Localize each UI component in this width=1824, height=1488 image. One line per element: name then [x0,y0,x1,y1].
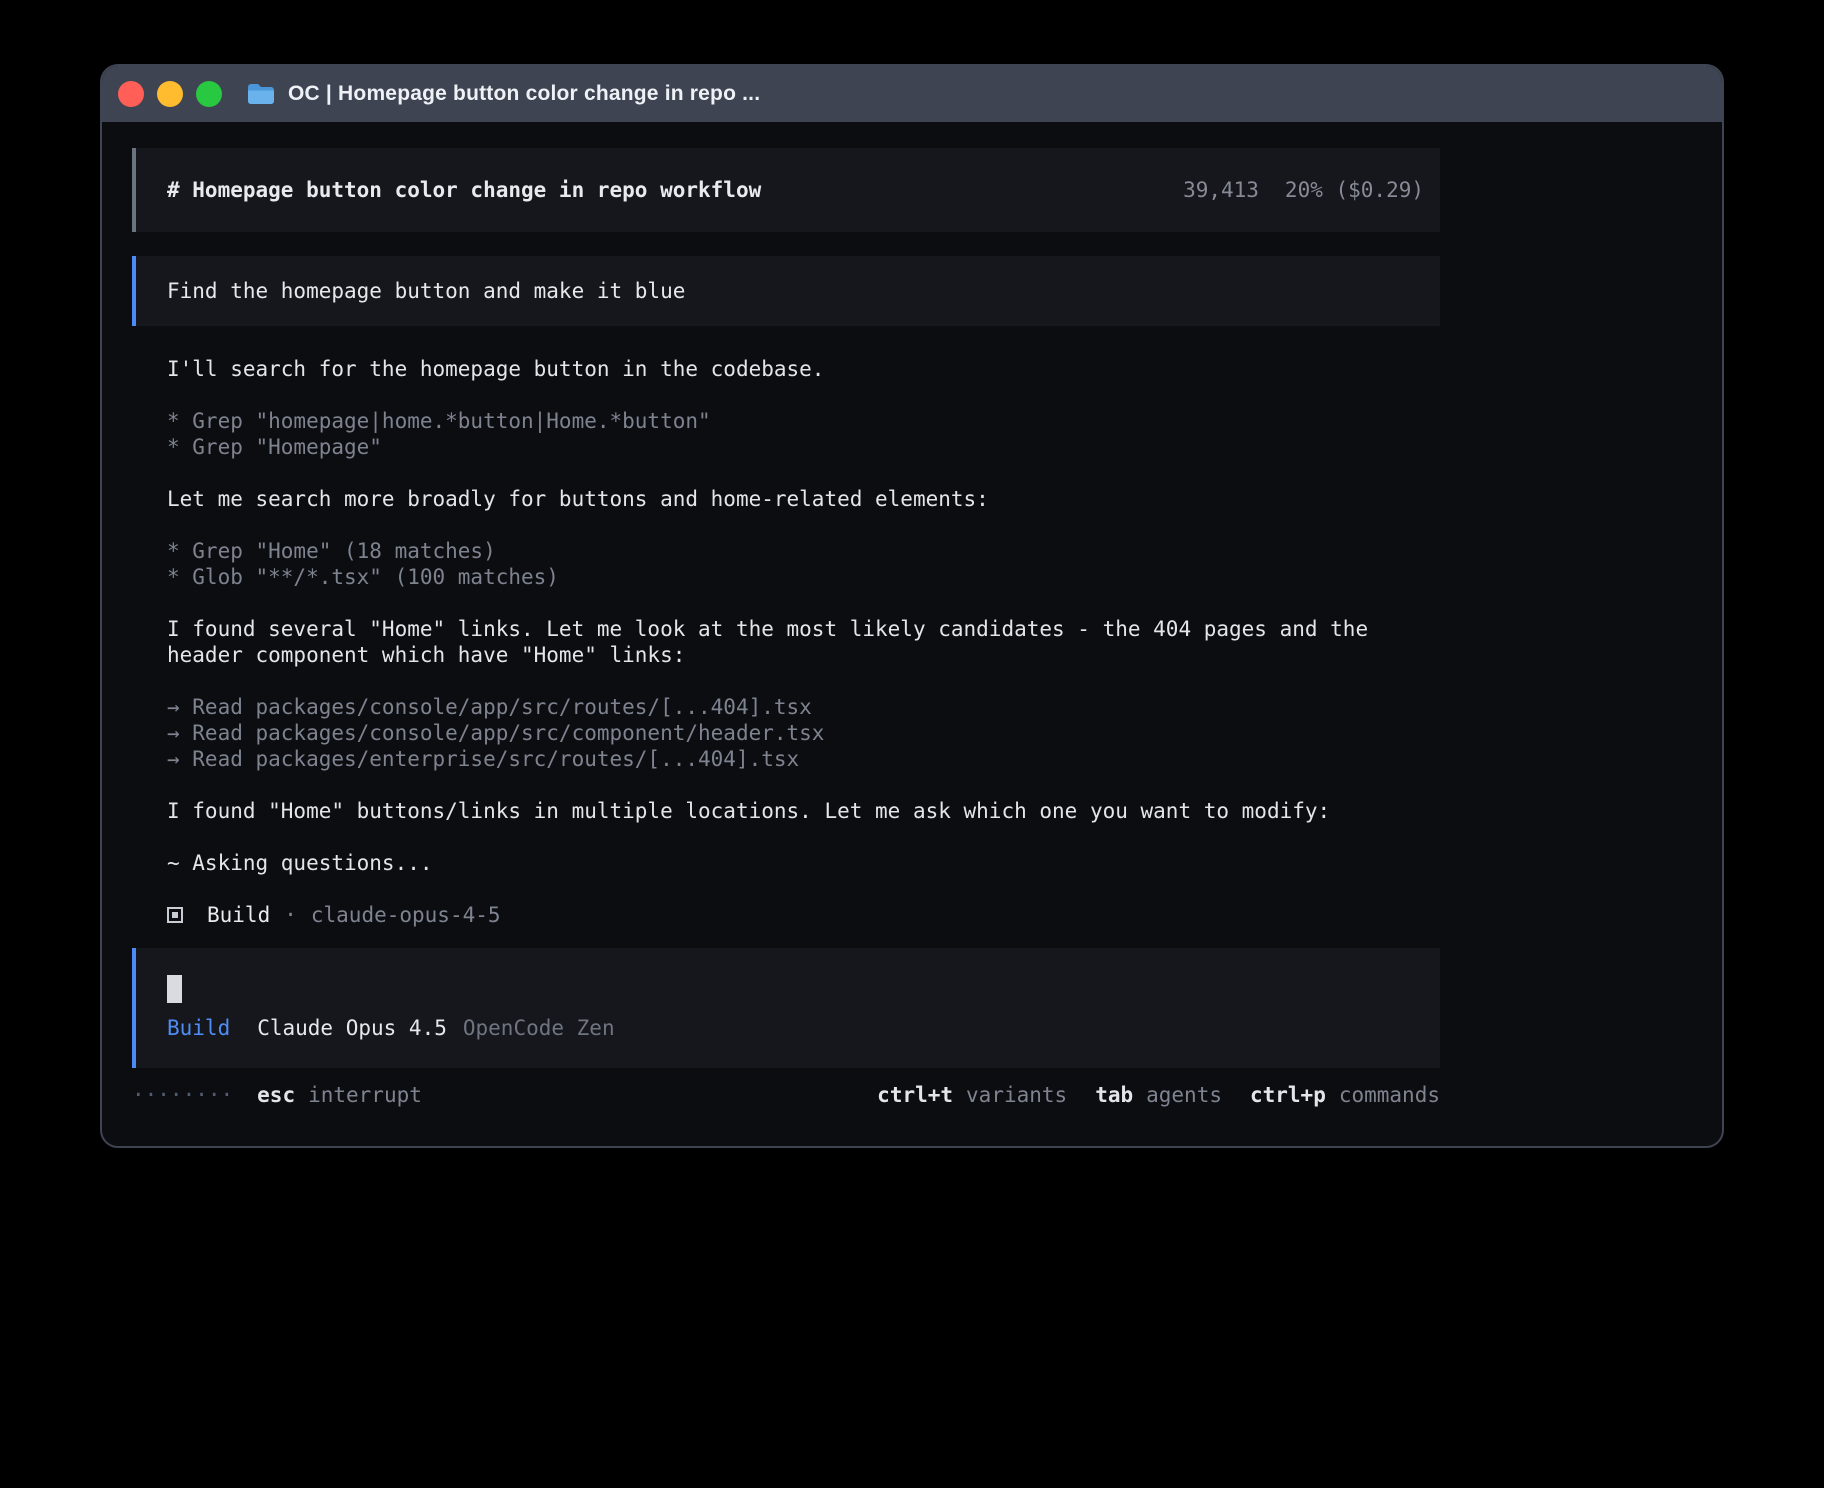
session-title: # Homepage button color change in repo w… [167,177,761,203]
tool-call-line: * Glob "**/*.tsx" (100 matches) [167,564,1440,590]
assistant-text: I found "Home" buttons/links in multiple… [167,798,1440,824]
tool-call-line: * Grep "Homepage" [167,434,1440,460]
shortcut-key: ctrl+p [1250,1082,1326,1108]
text-cursor [167,975,182,1003]
assistant-text: I found several "Home" links. Let me loo… [167,616,1440,668]
working-status: ~ Asking questions... [167,850,1440,876]
status-bar: ········ esc interrupt ctrl+t variants t… [132,1082,1440,1108]
assistant-text: Let me search more broadly for buttons a… [167,486,1440,512]
prompt-input[interactable]: Build Claude Opus 4.5 OpenCode Zen [132,948,1440,1068]
tool-call-line: * Grep "Home" (18 matches) [167,538,1440,564]
window-title: OC | Homepage button color change in rep… [288,82,760,106]
input-footer: Build Claude Opus 4.5 OpenCode Zen [167,1015,1424,1041]
tool-call-group: * Grep "Home" (18 matches) * Glob "**/*.… [167,538,1440,590]
window-titlebar[interactable]: OC | Homepage button color change in rep… [102,66,1722,122]
model-label: Claude Opus 4.5 [257,1015,447,1041]
shortcut-key: ctrl+t [877,1082,953,1108]
traffic-lights [118,81,222,107]
assistant-transcript: I'll search for the homepage button in t… [132,356,1440,928]
terminal-content: # Homepage button color change in repo w… [102,122,1722,1108]
minimize-button[interactable] [157,81,183,107]
agent-separator: · [284,902,297,928]
shortcut-variants: ctrl+t variants [877,1082,1067,1108]
tool-call-line: * Grep "homepage|home.*button|Home.*butt… [167,408,1440,434]
assistant-text: I'll search for the homepage button in t… [167,356,1440,382]
shortcut-key: tab [1095,1082,1133,1108]
context-usage: 20% ($0.29) [1285,177,1424,203]
spinner-dots: ········ [132,1082,233,1108]
shortcut-agents: tab agents [1095,1082,1222,1108]
tool-call-group: * Grep "homepage|home.*button|Home.*butt… [167,408,1440,460]
user-message: Find the homepage button and make it blu… [132,256,1440,326]
token-count: 39,413 [1183,177,1259,203]
user-message-text: Find the homepage button and make it blu… [167,279,685,303]
agent-mode-label: Build [167,1015,230,1041]
file-read-line: → Read packages/enterprise/src/routes/[.… [167,746,1440,772]
agent-name: Build [207,902,270,928]
file-read-line: → Read packages/console/app/src/componen… [167,720,1440,746]
shortcut-label: commands [1339,1082,1440,1108]
agent-model: claude-opus-4-5 [311,902,501,928]
file-read-line: → Read packages/console/app/src/routes/[… [167,694,1440,720]
close-button[interactable] [118,81,144,107]
provider-label: OpenCode Zen [463,1015,615,1041]
session-header: # Homepage button color change in repo w… [132,148,1440,232]
file-read-group: → Read packages/console/app/src/routes/[… [167,694,1440,772]
terminal-window: OC | Homepage button color change in rep… [100,64,1724,1148]
agent-status-line: Build · claude-opus-4-5 [167,902,1440,928]
esc-key-label: interrupt [308,1082,422,1108]
zoom-button[interactable] [196,81,222,107]
shortcut-commands: ctrl+p commands [1250,1082,1440,1108]
shortcut-label: agents [1146,1082,1222,1108]
esc-key-hint: esc [257,1082,295,1108]
shortcut-label: variants [966,1082,1067,1108]
agent-icon [167,907,183,923]
folder-icon [246,82,276,106]
